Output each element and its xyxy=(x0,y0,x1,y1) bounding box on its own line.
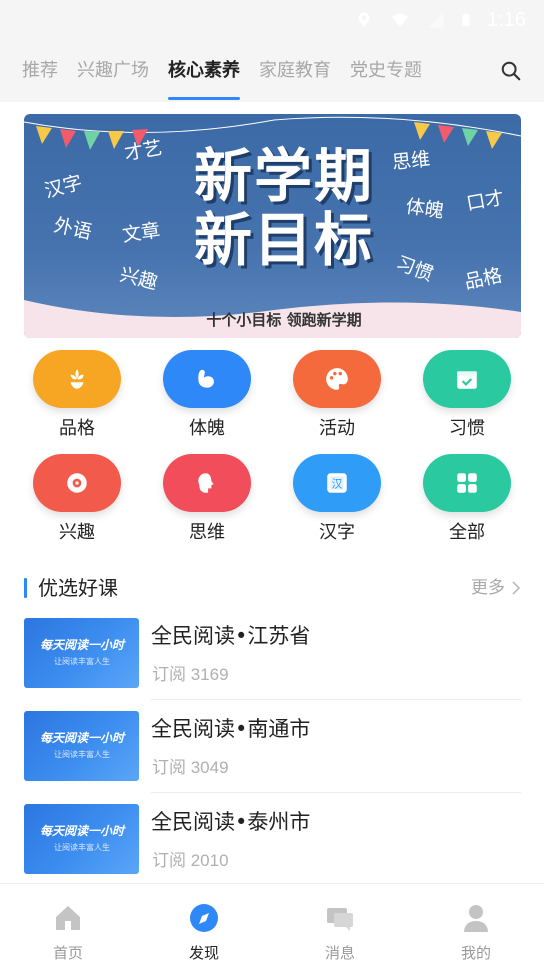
chevron-right-icon xyxy=(512,581,521,595)
divider xyxy=(151,699,521,700)
category-label: 兴趣 xyxy=(59,522,95,543)
home-icon xyxy=(56,906,80,930)
section-accent-bar xyxy=(24,578,27,598)
banner-word: 才艺 xyxy=(122,136,164,166)
palette-icon xyxy=(326,368,348,390)
nav-messages[interactable]: 消息 xyxy=(272,884,408,973)
content-area: 才艺 汉字 外语 文章 兴趣 思维 体魄 口才 习惯 品格 新学期 新目标 十个… xyxy=(0,102,544,886)
category-label: 习惯 xyxy=(449,418,485,439)
category-activity[interactable]: 活动 xyxy=(287,350,387,440)
category-pill xyxy=(423,454,511,512)
grid-icon xyxy=(457,473,477,493)
message-icon xyxy=(327,908,353,931)
bottom-nav: 首页 发现 消息 我的 xyxy=(0,883,544,973)
flower-icon xyxy=(70,369,84,389)
tab-party-history[interactable]: 党史专题 xyxy=(350,40,422,102)
nav-label: 首页 xyxy=(52,944,83,962)
section-title: 优选好课 xyxy=(38,576,118,600)
category-pill: 汉 xyxy=(293,454,381,512)
svg-text:汉: 汉 xyxy=(332,477,343,490)
character-icon: 汉 xyxy=(327,473,347,493)
course-name: 全民阅读•江苏省 xyxy=(151,624,311,648)
thumbnail-title: 每天阅读一小时 xyxy=(39,731,124,745)
tab-recommend[interactable]: 推荐 xyxy=(22,40,58,102)
course-subscribers: 订阅 3169 xyxy=(152,665,229,684)
banner-word: 文章 xyxy=(120,219,162,247)
brain-icon xyxy=(198,473,214,493)
banner-word: 外语 xyxy=(51,214,94,244)
thumbnail-subtitle: 让阅读丰富人生 xyxy=(54,750,110,759)
category-pill xyxy=(33,454,121,512)
course-thumbnail: 每天阅读一小时 让阅读丰富人生 xyxy=(24,711,139,781)
nav-label: 我的 xyxy=(460,944,491,962)
tab-interest-square[interactable]: 兴趣广场 xyxy=(77,40,149,102)
banner-title: 新学期 新目标 xyxy=(174,144,394,272)
thumbnail-title: 每天阅读一小时 xyxy=(39,638,124,652)
course-subscribers: 订阅 3049 xyxy=(152,758,229,777)
category-label: 活动 xyxy=(319,418,355,439)
category-thinking[interactable]: 思维 xyxy=(157,454,257,544)
category-pill xyxy=(163,454,251,512)
course-name: 全民阅读•泰州市 xyxy=(151,810,311,834)
course-subscribers: 订阅 2010 xyxy=(152,851,229,870)
target-icon xyxy=(67,473,87,493)
thumbnail-subtitle: 让阅读丰富人生 xyxy=(54,843,110,852)
tab-core-literacy[interactable]: 核心素养 xyxy=(168,40,240,102)
clock: 1:16 xyxy=(487,8,526,31)
tab-family-education[interactable]: 家庭教育 xyxy=(259,40,331,102)
banner-title-line1: 新学期 xyxy=(193,142,374,210)
category-label: 思维 xyxy=(189,522,225,543)
nav-label: 发现 xyxy=(188,944,219,962)
category-interest[interactable]: 兴趣 xyxy=(27,454,127,544)
banner-word: 汉字 xyxy=(42,171,85,203)
category-habit[interactable]: 习惯 xyxy=(417,350,517,440)
course-thumbnail: 每天阅读一小时 让阅读丰富人生 xyxy=(24,618,139,688)
category-pill xyxy=(423,350,511,408)
search-icon[interactable] xyxy=(500,60,522,82)
course-thumbnail: 每天阅读一小时 让阅读丰富人生 xyxy=(24,804,139,874)
course-item[interactable]: 每天阅读一小时 让阅读丰富人生 全民阅读•江苏省 订阅 3169 xyxy=(24,618,521,710)
nav-label: 消息 xyxy=(324,944,355,962)
course-item[interactable]: 每天阅读一小时 让阅读丰富人生 全民阅读•南通市 订阅 3049 xyxy=(24,711,521,803)
wifi-icon xyxy=(391,13,409,27)
category-pill xyxy=(33,350,121,408)
nav-discover[interactable]: 发现 xyxy=(136,884,272,973)
category-physique[interactable]: 体魄 xyxy=(157,350,257,440)
category-chinese-characters[interactable]: 汉 汉字 xyxy=(287,454,387,544)
divider xyxy=(151,792,521,793)
calendar-icon xyxy=(457,371,477,389)
banner-word: 习惯 xyxy=(392,252,437,286)
category-all[interactable]: 全部 xyxy=(417,454,517,544)
person-icon xyxy=(464,905,488,932)
banner-word: 思维 xyxy=(391,148,432,174)
category-pill xyxy=(293,350,381,408)
compass-icon xyxy=(190,904,218,932)
thumbnail-subtitle: 让阅读丰富人生 xyxy=(54,657,110,666)
course-name: 全民阅读•南通市 xyxy=(151,717,311,741)
status-bar: 1:16 xyxy=(0,0,544,40)
muscle-icon xyxy=(198,369,214,388)
location-icon xyxy=(358,12,370,28)
category-pill xyxy=(163,350,251,408)
more-link[interactable]: 更多 xyxy=(471,576,521,600)
nav-profile[interactable]: 我的 xyxy=(408,884,544,973)
category-label: 体魄 xyxy=(189,418,225,439)
banner-subtitle: 十个小目标 领跑新学期 xyxy=(206,311,362,329)
section-header: 优选好课 更多 xyxy=(24,576,521,600)
category-tabs: 推荐 兴趣广场 核心素养 家庭教育 党史专题 xyxy=(0,40,544,102)
signal-icon xyxy=(428,12,444,28)
thumbnail-title: 每天阅读一小时 xyxy=(39,824,124,838)
more-label: 更多 xyxy=(471,578,505,598)
nav-home[interactable]: 首页 xyxy=(0,884,136,973)
category-label: 品格 xyxy=(59,418,95,439)
promo-banner[interactable]: 才艺 汉字 外语 文章 兴趣 思维 体魄 口才 习惯 品格 新学期 新目标 十个… xyxy=(24,114,521,338)
category-character[interactable]: 品格 xyxy=(27,350,127,440)
category-label: 全部 xyxy=(449,522,485,543)
banner-word: 体魄 xyxy=(404,195,446,223)
battery-icon xyxy=(462,13,470,26)
banner-word: 口才 xyxy=(464,186,506,216)
banner-title-line2: 新目标 xyxy=(193,206,374,274)
category-label: 汉字 xyxy=(319,522,355,543)
